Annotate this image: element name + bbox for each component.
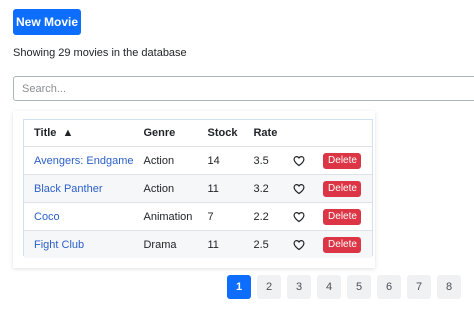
movies-table-container: Title ▲ Genre Stock Rate Avengers: Endga… — [23, 119, 373, 258]
pagination: 12345678 — [227, 275, 461, 299]
cell-stock: 11 — [197, 230, 244, 258]
page-button-6[interactable]: 6 — [377, 275, 401, 299]
cell-actions: Delete — [313, 230, 372, 258]
movies-table: Title ▲ Genre Stock Rate Avengers: Endga… — [24, 120, 372, 258]
cell-genre: Action — [133, 174, 198, 203]
cell-stock: 14 — [197, 146, 244, 175]
search-input[interactable] — [13, 76, 474, 101]
column-header-genre-label: Genre — [143, 127, 176, 139]
page-button-1[interactable]: 1 — [227, 275, 251, 299]
cell-rate: 2.2 — [243, 202, 284, 231]
sort-ascending-icon: ▲ — [62, 127, 74, 139]
page-button-8[interactable]: 8 — [437, 275, 461, 299]
cell-genre: Animation — [133, 202, 198, 231]
delete-button[interactable]: Delete — [323, 152, 362, 169]
cell-stock: 11 — [197, 174, 244, 203]
movie-title-link[interactable]: Coco — [34, 211, 60, 223]
cell-rate: 3.5 — [243, 146, 284, 175]
table-row: Black Panther Action 11 3.2 Delete — [24, 174, 372, 203]
cell-like — [283, 146, 314, 175]
cell-title: Fight Club — [24, 230, 134, 258]
heart-outline-icon[interactable] — [293, 183, 305, 195]
heart-outline-icon[interactable] — [293, 239, 305, 251]
column-header-rate[interactable]: Rate — [243, 120, 284, 147]
column-header-stock[interactable]: Stock — [197, 120, 244, 147]
column-header-like — [283, 120, 314, 147]
table-row: Fight Club Drama 11 2.5 Delete — [24, 230, 372, 258]
cell-like — [283, 202, 314, 231]
table-row: Coco Animation 7 2.2 Delete — [24, 202, 372, 231]
cell-title: Black Panther — [24, 174, 134, 203]
cell-actions: Delete — [313, 202, 372, 231]
movie-title-link[interactable]: Fight Club — [34, 239, 84, 251]
cell-stock: 7 — [197, 202, 244, 231]
column-header-title[interactable]: Title ▲ — [24, 120, 134, 147]
table-header-row: Title ▲ Genre Stock Rate — [24, 120, 372, 147]
cell-rate: 2.5 — [243, 230, 284, 258]
delete-button[interactable]: Delete — [323, 236, 362, 253]
page-button-5[interactable]: 5 — [347, 275, 371, 299]
column-header-actions — [313, 120, 372, 147]
cell-actions: Delete — [313, 174, 372, 203]
cell-genre: Action — [133, 146, 198, 175]
movie-count-summary: Showing 29 movies in the database — [13, 47, 187, 59]
delete-button[interactable]: Delete — [323, 208, 362, 225]
column-header-rate-label: Rate — [253, 127, 278, 139]
movie-title-link[interactable]: Avengers: Endgame — [34, 155, 133, 167]
heart-outline-icon[interactable] — [293, 155, 305, 167]
cell-genre: Drama — [133, 230, 198, 258]
column-header-title-label: Title — [34, 127, 57, 139]
movie-title-link[interactable]: Black Panther — [34, 183, 102, 195]
cell-actions: Delete — [313, 146, 372, 175]
heart-outline-icon[interactable] — [293, 211, 305, 223]
column-header-genre[interactable]: Genre — [133, 120, 198, 147]
new-movie-button[interactable]: New Movie — [13, 9, 81, 35]
page-button-4[interactable]: 4 — [317, 275, 341, 299]
column-header-stock-label: Stock — [207, 127, 238, 139]
cell-title: Coco — [24, 202, 134, 231]
page-button-2[interactable]: 2 — [257, 275, 281, 299]
cell-rate: 3.2 — [243, 174, 284, 203]
page-button-7[interactable]: 7 — [407, 275, 431, 299]
cell-title: Avengers: Endgame — [24, 146, 134, 175]
page-button-3[interactable]: 3 — [287, 275, 311, 299]
cell-like — [283, 174, 314, 203]
cell-like — [283, 230, 314, 258]
delete-button[interactable]: Delete — [323, 180, 362, 197]
table-row: Avengers: Endgame Action 14 3.5 Delete — [24, 146, 372, 175]
movies-table-card: Title ▲ Genre Stock Rate Avengers: Endga… — [13, 111, 375, 268]
movies-table-body: Avengers: Endgame Action 14 3.5 Delete Black … — [24, 146, 372, 258]
